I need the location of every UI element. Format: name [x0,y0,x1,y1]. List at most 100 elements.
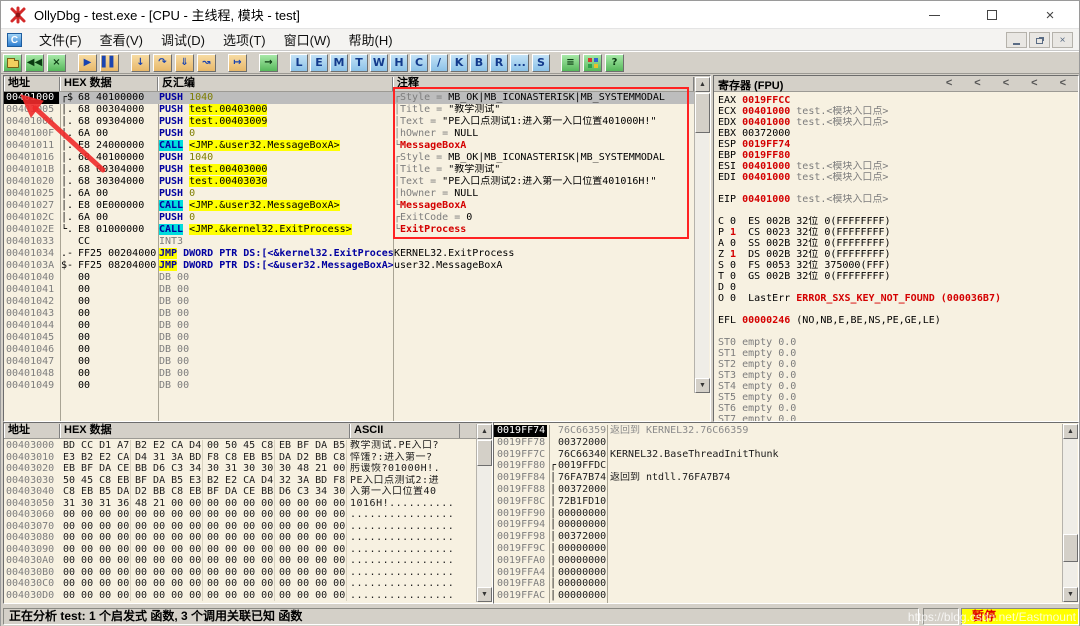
register-row[interactable]: ST5 empty 0.0 [718,392,1076,403]
mdi-minimize-button[interactable] [1006,32,1027,48]
dump-scrollbar[interactable]: ▲ ▼ [476,424,491,602]
scroll-down-icon[interactable]: ▼ [477,587,492,602]
stack-row[interactable]: 0019FFA8│00000000 [494,578,1060,590]
register-row[interactable]: ST0 empty 0.0 [718,337,1076,348]
disasm-scrollbar[interactable]: ▲ ▼ [694,77,709,393]
view-log-button[interactable]: L [290,54,308,72]
windows-list-button[interactable]: ≡ [561,54,580,72]
pause-button[interactable]: ▌▌ [100,54,119,72]
dump-row[interactable]: 00403010E3 B2 E2 CAD4 31 3A BDF8 C8 EB B… [4,452,474,464]
register-row[interactable]: ST7 empty 0.0 [718,414,1076,422]
disasm-row[interactable]: 0040104500DB 00 [4,332,694,344]
restart-button[interactable]: ◀◀ [25,54,44,72]
register-row[interactable]: ST3 empty 0.0 [718,370,1076,381]
disasm-scroll-thumb[interactable] [695,93,710,133]
stack-row[interactable]: 0019FF8C│72B1FD10 [494,496,1060,508]
dump-row[interactable]: 00403000BD CC D1 A7B2 E2 CA D400 50 45 C… [4,440,474,452]
register-row[interactable]: ST6 empty 0.0 [718,403,1076,414]
dump-row[interactable]: 0040309000 00 00 0000 00 00 0000 00 00 0… [4,544,474,556]
menu-item-D[interactable]: 调试(D) [152,28,214,51]
view-memory-button[interactable]: M [330,54,348,72]
disasm-row[interactable]: 00401034.-FF25 00204000JMP DWORD PTR DS:… [4,248,694,260]
register-row[interactable]: EBX 00372000 [718,128,1076,139]
stack-scroll-thumb[interactable] [1063,534,1078,562]
register-row[interactable]: P 1 CS 0023 32位 0(FFFFFFFF) [718,227,1076,238]
register-row[interactable]: C 0 ES 002B 32位 0(FFFFFFFF) [718,216,1076,227]
stack-row[interactable]: 0019FF7800372000 [494,437,1060,449]
disasm-row[interactable]: 0040104000DB 00 [4,272,694,284]
disasm-row[interactable]: 0040104100DB 00 [4,284,694,296]
dump-row[interactable]: 0040305031 30 31 3648 21 00 0000 00 00 0… [4,498,474,510]
run-button[interactable]: ▶ [78,54,97,72]
register-row[interactable]: T 0 GS 002B 32位 0(FFFFFFFF) [718,271,1076,282]
collapse-chevron[interactable]: < [1031,77,1037,89]
mdi-restore-button[interactable] [1029,32,1050,48]
register-row[interactable]: ST4 empty 0.0 [718,381,1076,392]
dump-row[interactable]: 004030D000 00 00 0000 00 00 0000 00 00 0… [4,590,474,602]
stack-row[interactable]: 0019FFA4│00000000 [494,567,1060,579]
dump-row[interactable]: 0040307000 00 00 0000 00 00 0000 00 00 0… [4,521,474,533]
disasm-row[interactable]: 0040104200DB 00 [4,296,694,308]
menu-item-F[interactable]: 文件(F) [30,28,91,51]
view-references-button[interactable]: R [490,54,508,72]
trace-over-button[interactable]: ↝ [197,54,216,72]
register-row[interactable]: D 0 [718,282,1076,293]
menu-item-H[interactable]: 帮助(H) [340,28,402,51]
disasm-row[interactable]: 0040104400DB 00 [4,320,694,332]
register-row[interactable]: EBP 0019FF80 [718,150,1076,161]
dump-row[interactable]: 004030C000 00 00 0000 00 00 0000 00 00 0… [4,578,474,590]
register-row[interactable]: ST2 empty 0.0 [718,359,1076,370]
step-into-button[interactable]: ↓ [131,54,150,72]
scroll-up-icon[interactable]: ▲ [477,424,492,439]
register-row[interactable]: ST1 empty 0.0 [718,348,1076,359]
dump-row[interactable]: 00403040C8 EB B5 DAD2 BB C8 EBBF DA CE B… [4,486,474,498]
dump-row[interactable]: 0040308000 00 00 0000 00 00 0000 00 00 0… [4,532,474,544]
view-breakpoints-button[interactable]: B [470,54,488,72]
disasm-row[interactable]: 0040104900DB 00 [4,380,694,392]
register-row[interactable]: S 0 FS 0053 32位 375000(FFF) [718,260,1076,271]
collapse-chevron[interactable]: < [946,77,952,89]
stack-row[interactable]: 0019FF94│00000000 [494,519,1060,531]
disasm-row[interactable]: 0040104300DB 00 [4,308,694,320]
step-over-button[interactable]: ↷ [153,54,172,72]
scroll-up-icon[interactable]: ▲ [695,77,710,92]
cpu-window-icon[interactable]: C [7,33,22,47]
view-run-trace-button[interactable]: ... [510,54,529,72]
help-button[interactable]: ? [605,54,624,72]
view-windows-button[interactable]: W [370,54,388,72]
menu-item-T[interactable]: 选项(T) [214,28,275,51]
register-row[interactable] [718,205,1076,216]
dump-row[interactable]: 0040303050 45 C8 EBBF DA B5 E3B2 E2 CA D… [4,475,474,487]
open-file-button[interactable] [3,54,22,72]
stack-row[interactable]: 0019FF98│00372000 [494,531,1060,543]
trace-into-button[interactable]: ⇓ [175,54,194,72]
register-row[interactable]: EAX 0019FFCC [718,95,1076,106]
menu-item-W[interactable]: 窗口(W) [275,28,340,51]
register-row[interactable] [718,183,1076,194]
register-row[interactable]: ESI 00401000 test.<模块入口点> [718,161,1076,172]
register-row[interactable]: A 0 SS 002B 32位 0(FFFFFFFF) [718,238,1076,249]
stack-row[interactable]: 0019FFA0│00000000 [494,555,1060,567]
stack-row[interactable]: 0019FF9C│00000000 [494,543,1060,555]
dump-row[interactable]: 0040306000 00 00 0000 00 00 0000 00 00 0… [4,509,474,521]
view-patches-button[interactable]: / [430,54,448,72]
stack-row[interactable]: 0019FF7C76C66340KERNEL32.BaseThreadInitT… [494,449,1060,461]
dump-row[interactable]: 004030B000 00 00 0000 00 00 0000 00 00 0… [4,567,474,579]
view-source-button[interactable]: S [532,54,550,72]
scroll-down-icon[interactable]: ▼ [695,378,710,393]
register-row[interactable]: EFL 00000246 (NO,NB,E,BE,NS,PE,GE,LE) [718,315,1076,326]
register-row[interactable]: EIP 00401000 test.<模块入口点> [718,194,1076,205]
view-threads-button[interactable]: T [350,54,368,72]
stack-row[interactable]: 0019FF7476C66359返回到 KERNEL32.76C66359 [494,425,1060,437]
view-cpu-button[interactable]: C [410,54,428,72]
collapse-chevron[interactable]: < [974,77,980,89]
register-row[interactable]: ECX 00401000 test.<模块入口点> [718,106,1076,117]
execute-till-return-button[interactable]: ↦ [228,54,247,72]
stack-row[interactable]: 0019FFAC│00000000 [494,590,1060,602]
menu-item-V[interactable]: 查看(V) [91,28,152,51]
stack-row[interactable]: 0019FF84│76FA7B74返回到 ntdll.76FA7B74 [494,472,1060,484]
disasm-row[interactable]: 0040104600DB 00 [4,344,694,356]
appearance-button[interactable] [583,54,602,72]
register-row[interactable]: ESP 0019FF74 [718,139,1076,150]
go-to-button[interactable]: → [259,54,278,72]
